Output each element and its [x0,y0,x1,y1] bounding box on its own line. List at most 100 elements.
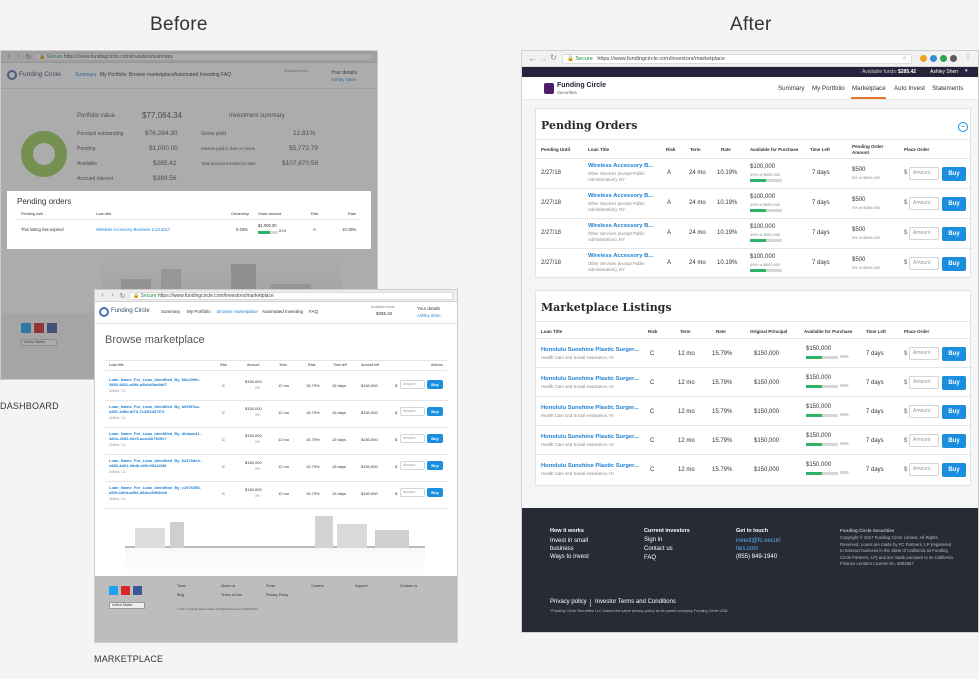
footer-link[interactable]: Terms of Use [221,593,242,597]
address-bar[interactable]: 🔒 Secure https://www.fundingcircle.com/i… [129,291,453,300]
nav-portfolio[interactable]: My Portfolio [100,72,126,78]
buy-button[interactable]: Buy [942,167,966,181]
footer-link[interactable]: Sign in [644,537,662,543]
footer-link[interactable]: About us [221,584,235,588]
footer-phone[interactable]: (855) 849-1940 [736,554,777,560]
nav-summary[interactable]: Summary [161,309,180,314]
amount-input[interactable]: Amount [400,488,425,497]
loan-title-link[interactable]: Loan_Name_For_Loan_Identified_By_db4aea1… [109,431,209,441]
youtube-icon[interactable] [121,586,130,595]
extension-icon[interactable] [930,55,937,62]
forward-icon[interactable]: › [109,292,116,299]
logo[interactable]: Funding Circle [557,82,606,89]
buy-button[interactable]: Buy [942,463,966,477]
listing-loan-link[interactable]: Honolulu Sunshine Plastic Surger... [541,405,639,411]
buy-button[interactable]: Buy [427,407,443,416]
user-name[interactable]: Ashley Shen [417,313,441,318]
pending-loan-link[interactable]: Wireless Accessory Business 2.23.2017 [96,227,170,232]
footer-link[interactable]: Team [177,584,186,588]
nav-marketplace[interactable]: Marketplace [852,85,886,92]
footer-link[interactable]: FAQ [644,555,656,561]
nav-browse[interactable]: Browse marketplace [129,72,174,78]
footer-link[interactable]: Contact us [644,546,673,552]
extension-icon[interactable] [950,55,957,62]
pending-loan-link[interactable]: Wireless Accessory B... [588,163,653,169]
terms-link[interactable]: Investor Terms and Conditions [595,599,676,605]
your-details[interactable]: Your details [417,306,440,311]
footer-link[interactable]: Ways to invest [550,554,589,560]
address-bar[interactable]: 🔒 Secure https://www.fundingcircle.com/i… [562,54,912,64]
amount-input[interactable]: Amount [909,347,939,360]
buy-button[interactable]: Buy [942,197,966,211]
loan-title-link[interactable]: Loan_Name_For_Loan_Identified_By_56c209f… [109,377,209,387]
amount-input[interactable]: Amount [909,197,939,210]
amount-input[interactable]: Amount [909,376,939,389]
chevron-down-icon[interactable]: ▾ [965,68,968,74]
amount-input[interactable]: Amount [400,434,425,443]
forward-icon[interactable]: › [15,53,22,60]
nav-auto-invest[interactable]: Auto Invest [894,85,925,92]
reload-icon[interactable]: ↻ [25,53,32,61]
nav-summary[interactable]: Summary [778,85,804,92]
buy-button[interactable]: Buy [942,434,966,448]
footer-link[interactable]: Press [266,584,275,588]
reload-icon[interactable]: ↻ [119,292,126,300]
menu-icon[interactable]: ⋮ [964,53,972,62]
forward-icon[interactable]: → [539,53,548,63]
extension-icon[interactable] [940,55,947,62]
user-menu[interactable]: Ashley Shen [930,69,958,75]
facebook-icon[interactable] [47,323,57,333]
nav-summary[interactable]: Summary [75,72,96,78]
pending-loan-link[interactable]: Wireless Accessory B... [588,253,653,259]
your-details[interactable]: Your details [331,70,357,76]
star-icon[interactable]: ☆ [902,55,907,63]
country-select[interactable]: United States [109,602,145,609]
nav-faq[interactable]: FAQ [309,309,318,314]
logo[interactable]: Funding Circle [111,308,150,314]
footer-link[interactable]: Blog [177,593,184,597]
footer-link[interactable]: Support [355,584,368,588]
back-icon[interactable]: ← [528,53,537,63]
buy-button[interactable]: Buy [427,380,443,389]
amount-input[interactable]: Amount [909,167,939,180]
nav-faq[interactable]: FAQ [221,72,231,78]
buy-button[interactable]: Buy [942,405,966,419]
buy-button[interactable]: Buy [942,376,966,390]
buy-button[interactable]: Buy [427,488,443,497]
loan-title-link[interactable]: Loan_Name_For_Loan_Identified_By_c197645… [109,485,209,495]
user-name[interactable]: Ashley Shen [331,77,356,82]
amount-input[interactable]: Amount [400,380,425,389]
collapse-icon[interactable]: − [958,122,968,132]
footer-email[interactable]: invest@fc-securities.com [736,537,782,553]
twitter-icon[interactable] [21,323,31,333]
listing-loan-link[interactable]: Honolulu Sunshine Plastic Surger... [541,376,639,382]
listing-loan-link[interactable]: Honolulu Sunshine Plastic Surger... [541,347,639,353]
back-icon[interactable]: ‹ [99,292,106,299]
nav-portfolio[interactable]: My Portfolio [812,85,845,92]
extension-icon[interactable] [920,55,927,62]
amount-input[interactable]: Amount [909,227,939,240]
facebook-icon[interactable] [133,586,142,595]
nav-automated[interactable]: Automated Investing [262,309,303,314]
amount-input[interactable]: Amount [400,461,425,470]
footer-link[interactable]: Contact us [400,584,417,588]
back-icon[interactable]: ‹ [5,53,12,60]
footer-link[interactable]: Careers [311,584,324,588]
footer-link[interactable]: Privacy Policy [266,593,288,597]
twitter-icon[interactable] [109,586,118,595]
buy-button[interactable]: Buy [942,227,966,241]
amount-input[interactable]: Amount [909,434,939,447]
address-bar[interactable]: 🔒 Secure https://www.fundingcircle.com/i… [35,52,373,61]
country-select[interactable]: United States [21,339,57,346]
buy-button[interactable]: Buy [427,434,443,443]
nav-browse[interactable]: Browse marketplace [217,309,258,314]
listing-loan-link[interactable]: Honolulu Sunshine Plastic Surger... [541,463,639,469]
reload-icon[interactable]: ↻ [550,53,557,62]
nav-statements[interactable]: Statements [932,85,963,92]
nav-automated[interactable]: Automated Investing [174,72,220,78]
pending-loan-link[interactable]: Wireless Accessory B... [588,223,653,229]
buy-button[interactable]: Buy [942,347,966,361]
listing-loan-link[interactable]: Honolulu Sunshine Plastic Surger... [541,434,639,440]
logo[interactable]: Funding Circle [19,71,61,78]
amount-input[interactable]: Amount [909,257,939,270]
